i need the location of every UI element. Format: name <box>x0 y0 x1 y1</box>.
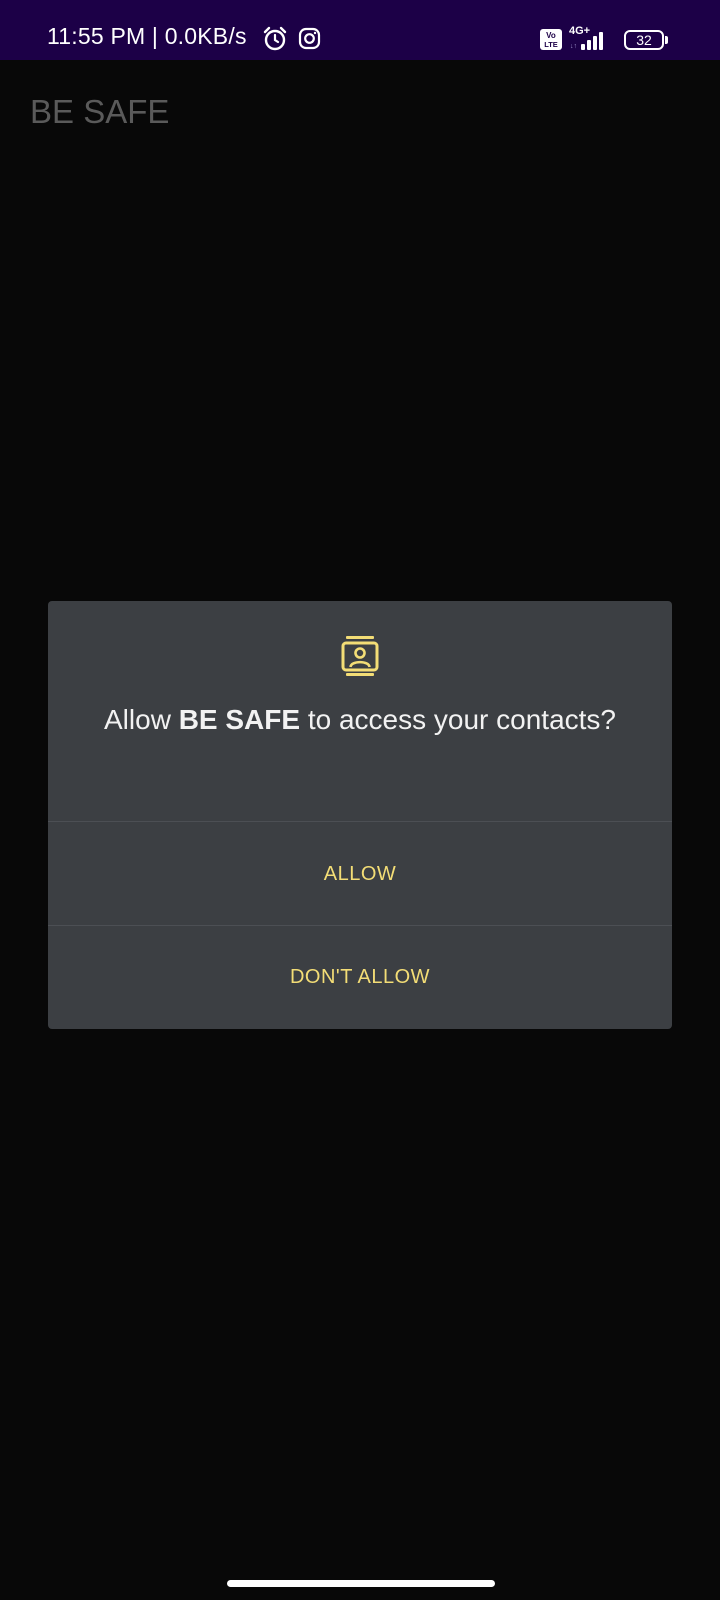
status-time: 11:55 PM | 0.0KB/s <box>47 23 247 49</box>
status-bar: 11:55 PM | 0.0KB/s Vo LTE 4G+ ↓↑ 32 <box>0 0 720 60</box>
home-indicator[interactable] <box>227 1580 495 1587</box>
svg-text:↓↑: ↓↑ <box>570 43 577 50</box>
svg-text:Vo: Vo <box>546 31 556 40</box>
allow-button[interactable]: ALLOW <box>48 822 672 926</box>
volte-icon: Vo LTE <box>540 29 562 50</box>
app-title: BE SAFE <box>30 93 170 130</box>
message-suffix: to access your contacts? <box>300 704 616 735</box>
contacts-icon <box>341 636 379 676</box>
dont-allow-button[interactable]: DON'T ALLOW <box>48 925 672 1029</box>
permission-message: Allow BE SAFE to access your contacts? <box>88 701 632 739</box>
battery-level: 32 <box>636 32 652 48</box>
permission-dialog: Allow BE SAFE to access your contacts? A… <box>48 601 672 1029</box>
signal-icon: ↓↑ <box>570 32 603 50</box>
message-prefix: Allow <box>104 704 179 735</box>
instagram-icon <box>298 27 321 50</box>
battery-icon: 32 <box>624 30 664 50</box>
app-name: BE SAFE <box>178 704 301 735</box>
alarm-icon <box>263 26 287 51</box>
battery-tip <box>665 36 668 44</box>
svg-text:LTE: LTE <box>544 40 558 49</box>
